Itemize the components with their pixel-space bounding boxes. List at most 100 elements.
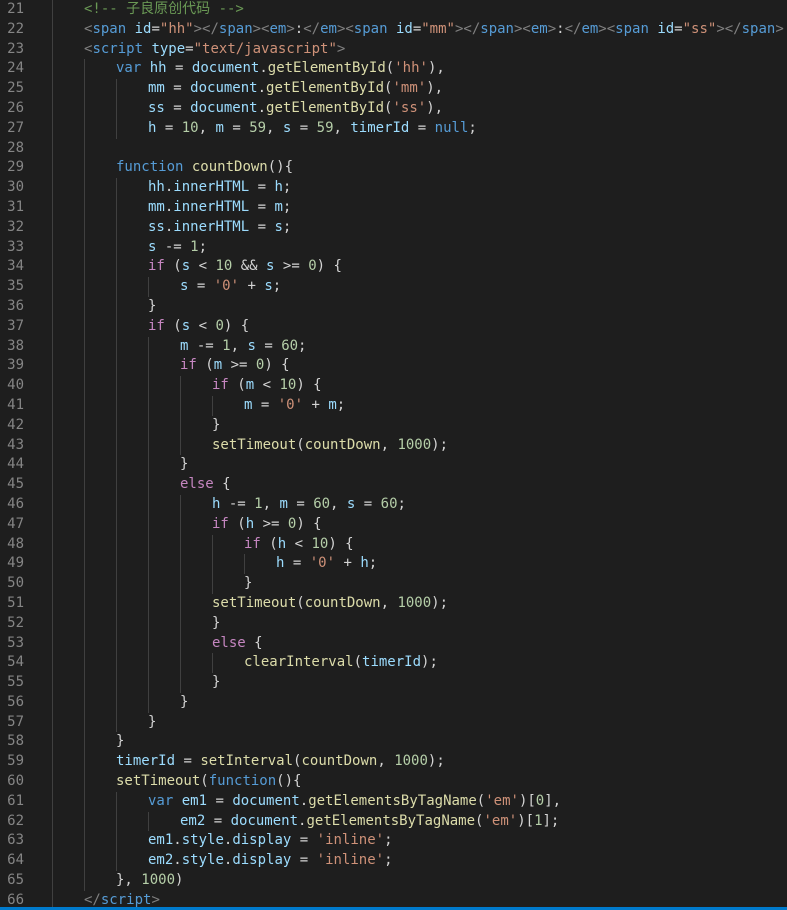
- code-line[interactable]: 22 <span id="hh"></span><em>:</em><span i…: [0, 19, 787, 40]
- code-line[interactable]: 35 s = '0' + s;: [0, 277, 787, 297]
- line-number: 35: [7, 278, 24, 295]
- token-plain: (: [385, 60, 395, 77]
- code-line[interactable]: 38 m -= 1, s = 60;: [0, 336, 787, 357]
- line-number: 38: [7, 337, 24, 354]
- code-line[interactable]: 21 <!-- 子良原创代码 -->: [0, 0, 787, 20]
- token-plain: &&: [232, 258, 267, 275]
- indent-guide: [52, 277, 53, 297]
- code-line[interactable]: 27 h = 10, m = 59, s = 59, timerId = null…: [0, 118, 787, 139]
- token-bracket: >: [775, 20, 784, 37]
- indent-guide: [148, 376, 149, 396]
- code-line[interactable]: 56}: [0, 692, 787, 713]
- line-number: 28: [7, 139, 24, 156]
- indent-guide: [52, 217, 53, 238]
- token-plain: +: [239, 278, 265, 295]
- code-editor[interactable]: 21 <!-- 子良原创代码 --> 22 <span id="hh"></span>…: [0, 0, 787, 910]
- code-line[interactable]: 64 em2.style.display = 'inline';: [0, 851, 787, 872]
- indent-guide: [52, 534, 53, 555]
- line-number: 43: [7, 436, 24, 453]
- code-line[interactable]: 45 else {: [0, 475, 787, 495]
- code-line[interactable]: 36}: [0, 296, 787, 317]
- code-line[interactable]: 63 em1.style.display = 'inline';: [0, 831, 787, 852]
- code-line[interactable]: 23 <script type="text/javascript">: [0, 39, 787, 60]
- token-plain: ,: [262, 495, 280, 512]
- code-line[interactable]: 33 s -= 1;: [0, 237, 787, 258]
- code-line[interactable]: 57}: [0, 712, 787, 733]
- token-number: 0: [535, 792, 545, 809]
- code-line[interactable]: 31 mm.innerHTML = m;: [0, 197, 787, 218]
- token-plain: =: [284, 555, 310, 572]
- code-line[interactable]: 60 setTimeout(function(){: [0, 772, 787, 792]
- indent-guide: [116, 613, 117, 634]
- code-line[interactable]: 44}: [0, 455, 787, 476]
- code-text: }: [116, 732, 124, 752]
- token-plain: +: [335, 555, 361, 572]
- token-plain: ,: [333, 119, 351, 136]
- code-line[interactable]: 29 function countDown(){: [0, 158, 787, 179]
- indent-guide: [116, 277, 117, 297]
- token-bracket: ><: [513, 20, 531, 37]
- token-plain: =: [249, 198, 275, 215]
- code-line[interactable]: 58}: [0, 732, 787, 753]
- token-plain: (: [476, 792, 486, 809]
- indent-guide: [52, 19, 53, 40]
- code-line[interactable]: 37 if (s < 0) {: [0, 316, 787, 337]
- code-line[interactable]: 52}: [0, 613, 787, 634]
- indent-guide: [52, 811, 53, 832]
- code-line[interactable]: 65}, 1000): [0, 871, 787, 891]
- indent-guide: [116, 811, 117, 832]
- code-text: var em1 = document.getElementsByTagName(…: [148, 792, 561, 812]
- token-plain: =: [151, 20, 160, 37]
- indent-guide: [52, 851, 53, 872]
- token-plain: ;: [468, 119, 477, 136]
- code-line[interactable]: 50}: [0, 574, 787, 594]
- indent-guide: [116, 395, 117, 416]
- token-plain: =: [223, 119, 250, 136]
- indent-guide: [52, 296, 53, 317]
- code-line[interactable]: 54 clearInterval(timerId);: [0, 653, 787, 674]
- code-line[interactable]: 26 ss = document.getElementById('ss'),: [0, 98, 787, 119]
- code-line[interactable]: 30 hh.innerHTML = h;: [0, 178, 787, 198]
- code-line[interactable]: 53 else {: [0, 633, 787, 654]
- token-plain: }: [212, 614, 221, 631]
- token-identifier: ss: [148, 99, 165, 116]
- indent-guide: [52, 633, 53, 654]
- indent-guide: [148, 514, 149, 535]
- token-tag: span: [92, 20, 127, 37]
- indent-guide: [116, 534, 117, 555]
- code-line[interactable]: 48 if (h < 10) {: [0, 534, 787, 555]
- code-line[interactable]: 46 h -= 1, m = 60, s = 60;: [0, 494, 787, 515]
- code-line[interactable]: 25 mm = document.getElementById('mm'),: [0, 79, 787, 99]
- indent-guide: [116, 692, 117, 713]
- code-line[interactable]: 24 var hh = document.getElementById('hh')…: [0, 59, 787, 80]
- indent-guide: [116, 197, 117, 218]
- token-plain: =: [207, 792, 233, 809]
- code-line[interactable]: 61 var em1 = document.getElementsByTagNam…: [0, 791, 787, 812]
- code-line[interactable]: 49 h = '0' + h;: [0, 554, 787, 575]
- indent-guide: [52, 79, 53, 99]
- code-line[interactable]: 42}: [0, 415, 787, 436]
- indent-guide: [84, 712, 85, 733]
- code-line[interactable]: 34 if (s < 10 && s >= 0) {: [0, 257, 787, 278]
- code-text: }: [180, 455, 188, 475]
- code-line[interactable]: 32 ss.innerHTML = s;: [0, 217, 787, 238]
- indent-guide: [84, 316, 85, 337]
- code-line[interactable]: 62 em2 = document.getElementsByTagName('e…: [0, 811, 787, 832]
- token-function: getElementById: [267, 60, 386, 77]
- code-line[interactable]: 51 setTimeout(countDown, 1000);: [0, 593, 787, 614]
- code-line[interactable]: 28: [0, 138, 787, 159]
- indent-guide: [148, 653, 149, 674]
- code-line[interactable]: 47 if (h >= 0) {: [0, 514, 787, 535]
- line-number: 23: [7, 40, 24, 57]
- code-line[interactable]: 40 if (m < 10) {: [0, 376, 787, 396]
- indent-guide: [84, 356, 85, 377]
- code-line[interactable]: 39 if (m >= 0) {: [0, 356, 787, 377]
- code-line[interactable]: 59 timerId = setInterval(countDown, 1000)…: [0, 752, 787, 773]
- code-line[interactable]: 55}: [0, 673, 787, 693]
- token-plain: ) {: [316, 258, 342, 275]
- code-line[interactable]: 43 setTimeout(countDown, 1000);: [0, 435, 787, 456]
- indent-guide: [148, 277, 149, 297]
- code-line[interactable]: 41 m = '0' + m;: [0, 395, 787, 416]
- indent-guide: [84, 296, 85, 317]
